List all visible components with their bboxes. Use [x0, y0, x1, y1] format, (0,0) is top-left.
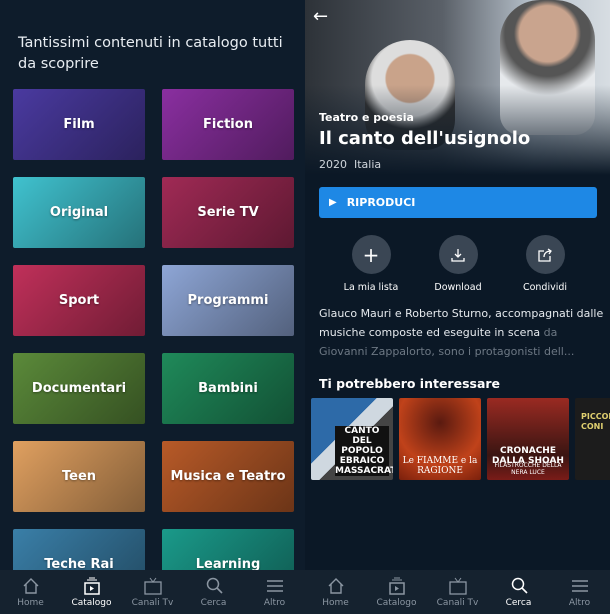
tv-icon [448, 577, 467, 595]
search-icon [511, 577, 528, 594]
action-label: Condividi [522, 282, 568, 293]
plus-icon: + [351, 235, 391, 274]
category-tile[interactable]: Programmi [162, 265, 294, 336]
category-tile[interactable]: Teen [13, 441, 145, 512]
play-label: RIPRODUCI [346, 196, 416, 209]
catalog-icon [388, 577, 405, 595]
play-button[interactable]: ▶ RIPRODUCI [319, 187, 597, 218]
category-tile[interactable]: Documentari [13, 353, 145, 424]
search-icon [206, 577, 223, 594]
poster-title: Le FIAMME e la RAGIONE [402, 456, 478, 476]
nav-label: Home [322, 598, 349, 608]
menu-icon [571, 580, 588, 592]
nav-cerca[interactable]: Cerca [488, 570, 549, 614]
category-tile[interactable]: Film [13, 89, 145, 160]
nav-label: Altro [263, 598, 286, 608]
nav-label: Home [17, 598, 44, 608]
share-button[interactable]: Condividi [505, 235, 585, 293]
nav-label: Cerca [505, 598, 532, 608]
nav-altro[interactable]: Altro [549, 570, 610, 614]
tv-icon [143, 577, 162, 595]
related-poster[interactable]: PICCOLI CONI [575, 398, 610, 480]
genre-label: Teatro e poesia [319, 111, 414, 124]
share-icon [525, 235, 565, 274]
description: Glauco Mauri e Roberto Sturno, accompagn… [319, 304, 604, 361]
nav-catalogo[interactable]: Catalogo [61, 570, 122, 614]
related-poster[interactable]: CRONACHE DALLA SHOAH FILASTROCCHE DELLA N… [487, 398, 569, 480]
year: 2020 [319, 158, 347, 171]
category-tile[interactable]: Sport [13, 265, 145, 336]
category-tile[interactable]: Musica e Teatro [162, 441, 294, 512]
poster-subtitle: FILASTROCCHE DELLA NERA LUCE [494, 462, 562, 476]
related-heading: Ti potrebbero interessare [319, 376, 501, 391]
nav-canali-tv[interactable]: Canali Tv [122, 570, 183, 614]
detail-panel: ← Teatro e poesia Il canto dell'usignolo… [305, 0, 610, 614]
country: Italia [354, 158, 382, 171]
action-label: La mia lista [343, 282, 399, 293]
home-icon [328, 578, 343, 594]
meta: 2020 Italia [319, 158, 381, 171]
poster-title: CANTO DEL POPOLO EBRAICO MASSACRATO [335, 426, 393, 476]
nav-cerca[interactable]: Cerca [183, 570, 244, 614]
nav-label: Catalogo [376, 598, 417, 608]
category-tile[interactable]: Serie TV [162, 177, 294, 248]
title: Il canto dell'usignolo [319, 128, 531, 149]
menu-icon [266, 580, 283, 592]
nav-label: Canali Tv [131, 598, 174, 608]
catalog-icon [83, 577, 100, 595]
nav-label: Canali Tv [436, 598, 479, 608]
related-poster[interactable]: Le FIAMME e la RAGIONE [399, 398, 481, 480]
category-tile[interactable]: Original [13, 177, 145, 248]
nav-catalogo[interactable]: Catalogo [366, 570, 427, 614]
catalog-panel: Tantissimi contenuti in catalogo tutti d… [0, 0, 305, 614]
bottom-nav: Home Catalogo Canali Tv Cerca Altro [305, 570, 610, 614]
poster-title: PICCOLI CONI [581, 412, 610, 431]
download-icon [438, 235, 478, 274]
description-text: Glauco Mauri e Roberto Sturno, accompagn… [319, 307, 604, 339]
nav-home[interactable]: Home [0, 570, 61, 614]
nav-label: Catalogo [71, 598, 112, 608]
action-label: Download [434, 282, 482, 293]
related-poster[interactable]: CANTO DEL POPOLO EBRAICO MASSACRATO [311, 398, 393, 480]
nav-altro[interactable]: Altro [244, 570, 305, 614]
back-arrow-icon[interactable]: ← [313, 6, 328, 27]
catalog-heading: Tantissimi contenuti in catalogo tutti d… [18, 35, 283, 72]
home-icon [23, 578, 38, 594]
nav-label: Cerca [200, 598, 227, 608]
bottom-nav: Home Catalogo Canali Tv Cerca Altro [0, 570, 305, 614]
category-tile[interactable]: Fiction [162, 89, 294, 160]
download-button[interactable]: Download [418, 235, 498, 293]
nav-label: Altro [568, 598, 591, 608]
nav-canali-tv[interactable]: Canali Tv [427, 570, 488, 614]
play-icon: ▶ [329, 197, 337, 208]
nav-home[interactable]: Home [305, 570, 366, 614]
category-tile[interactable]: Bambini [162, 353, 294, 424]
my-list-button[interactable]: + La mia lista [331, 235, 411, 293]
